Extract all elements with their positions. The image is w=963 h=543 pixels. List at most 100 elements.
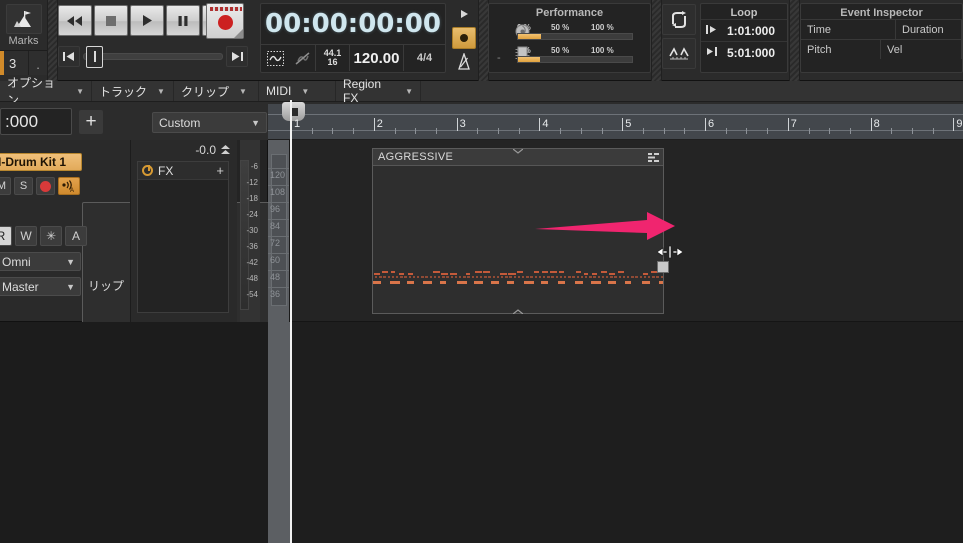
loop-wave-toggle[interactable]: [261, 45, 289, 71]
clip-grid-icon[interactable]: [648, 153, 659, 162]
midi-note[interactable]: [409, 276, 411, 278]
midi-note[interactable]: [652, 276, 654, 278]
midi-note[interactable]: [623, 276, 625, 278]
power-icon[interactable]: [142, 165, 153, 176]
punch-toggle-button[interactable]: [662, 38, 696, 69]
record-arm-button[interactable]: [36, 177, 55, 195]
midi-note[interactable]: [501, 276, 503, 278]
midi-note[interactable]: [558, 281, 565, 284]
automation-read-button[interactable]: R: [0, 226, 12, 246]
time-signature-display[interactable]: 4/4: [403, 45, 445, 71]
timeline-ruler[interactable]: 123456789: [268, 104, 963, 140]
event-duration-field[interactable]: Duration: [896, 20, 962, 39]
midi-note[interactable]: [514, 276, 516, 278]
timecode-display[interactable]: 00:00:00:00: [261, 4, 445, 44]
midi-note[interactable]: [375, 276, 377, 278]
midi-note[interactable]: [592, 273, 597, 275]
midi-note[interactable]: [507, 281, 514, 284]
add-fx-icon[interactable]: +: [216, 163, 224, 178]
midi-note[interactable]: [374, 273, 380, 275]
midi-note[interactable]: [585, 276, 587, 278]
midi-note[interactable]: [493, 276, 495, 278]
midi-note[interactable]: [547, 276, 549, 278]
midi-note[interactable]: [480, 276, 482, 278]
empty-track-area[interactable]: [290, 322, 963, 543]
midi-note[interactable]: [408, 273, 414, 275]
track-name-field[interactable]: I-Drum Kit 1: [0, 153, 82, 171]
midi-note[interactable]: [390, 281, 400, 284]
loop-end-row[interactable]: 5:01:000: [701, 41, 787, 63]
midi-note[interactable]: [423, 281, 432, 284]
midi-note[interactable]: [610, 276, 612, 278]
go-to-start-button[interactable]: [58, 46, 80, 67]
midi-note[interactable]: [575, 281, 583, 284]
midi-note[interactable]: [541, 281, 548, 284]
midi-note[interactable]: [602, 276, 604, 278]
midi-note[interactable]: [581, 276, 583, 278]
clip-fade-handle-bottom[interactable]: [513, 309, 523, 314]
track-lane[interactable]: AGGRESSIVE: [290, 140, 963, 322]
automation-arm-button[interactable]: A: [65, 226, 87, 246]
midi-note[interactable]: [625, 281, 631, 284]
midi-note[interactable]: [467, 276, 469, 278]
marks-number-field[interactable]: 3 .: [0, 50, 47, 75]
midi-note[interactable]: [509, 276, 511, 278]
midi-note[interactable]: [421, 276, 423, 278]
midi-note[interactable]: [648, 276, 650, 278]
midi-note[interactable]: [399, 273, 404, 275]
midi-note[interactable]: [400, 276, 402, 278]
midi-note[interactable]: [505, 276, 507, 278]
fx-rack[interactable]: FX +: [137, 161, 229, 313]
midi-note[interactable]: [559, 271, 564, 273]
toolbar-grip[interactable]: [47, 0, 58, 81]
time-display-module[interactable]: 00:00:00:00 44.1 16: [260, 3, 446, 73]
play-button[interactable]: [130, 5, 164, 36]
midi-note[interactable]: [373, 281, 381, 284]
midi-note[interactable]: [642, 281, 650, 284]
midi-note[interactable]: [535, 276, 537, 278]
midi-note[interactable]: [472, 276, 474, 278]
midi-note[interactable]: [539, 276, 541, 278]
track-header[interactable]: I-Drum Kit 1 M S A リップ ▼: [0, 140, 135, 322]
track-volume-row[interactable]: -0.0: [195, 143, 231, 157]
audio-disabled-toggle[interactable]: [289, 45, 315, 71]
midi-note[interactable]: [404, 276, 406, 278]
midi-note[interactable]: [413, 276, 415, 278]
midi-note[interactable]: [577, 276, 579, 278]
midi-note[interactable]: [614, 276, 616, 278]
toolbar-grip-3[interactable]: [651, 0, 662, 81]
midi-note[interactable]: [619, 276, 621, 278]
midi-note[interactable]: [508, 273, 515, 275]
midi-note[interactable]: [383, 276, 385, 278]
midi-note[interactable]: [455, 276, 457, 278]
midi-note[interactable]: [522, 276, 524, 278]
midi-note[interactable]: [430, 276, 432, 278]
midi-note[interactable]: [517, 271, 523, 273]
midi-note[interactable]: [627, 276, 629, 278]
position-field[interactable]: :000: [0, 108, 72, 135]
midi-note[interactable]: [656, 276, 658, 278]
add-button[interactable]: +: [79, 110, 103, 134]
metronome-button[interactable]: [452, 51, 476, 73]
record-button[interactable]: [206, 3, 244, 39]
midi-note[interactable]: [606, 276, 608, 278]
clip-fade-handle-top[interactable]: [513, 149, 523, 154]
clip-header[interactable]: AGGRESSIVE: [373, 149, 663, 166]
midi-note[interactable]: [463, 276, 465, 278]
loop-toggle-button[interactable]: [662, 4, 696, 35]
midi-note[interactable]: [500, 273, 507, 275]
midi-note[interactable]: [593, 276, 595, 278]
midi-note[interactable]: [601, 271, 608, 273]
event-vel-field[interactable]: Vel: [881, 40, 962, 59]
midi-note[interactable]: [564, 276, 566, 278]
loop-start-row[interactable]: 1:01:000: [701, 19, 787, 41]
track-input-select[interactable]: Omni ▼: [0, 252, 81, 271]
midi-note[interactable]: [542, 271, 548, 273]
play-small-button[interactable]: [452, 3, 476, 25]
midi-note[interactable]: [640, 276, 642, 278]
midi-note[interactable]: [497, 276, 499, 278]
midi-note[interactable]: [459, 276, 461, 278]
midi-note[interactable]: [388, 276, 390, 278]
midi-note[interactable]: [609, 273, 615, 275]
sample-rate-display[interactable]: 44.1 16: [315, 45, 349, 71]
